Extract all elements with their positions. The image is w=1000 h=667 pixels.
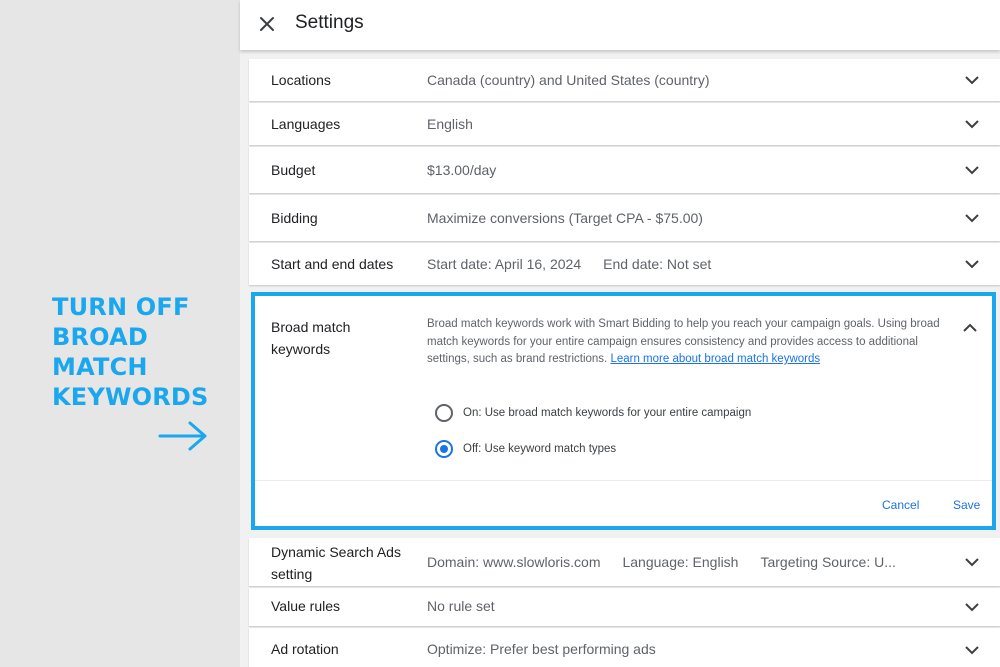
setting-label-line: Broad match — [271, 319, 351, 335]
broad-match-keywords-section: Broad match keywords Broad match keyword… — [251, 292, 996, 530]
setting-value: $13.00/day — [427, 162, 497, 178]
chevron-down-icon — [965, 646, 979, 655]
setting-label: Bidding — [271, 210, 318, 226]
page-title: Settings — [295, 12, 364, 33]
save-button[interactable]: Save — [953, 498, 980, 512]
setting-label: Locations — [271, 72, 331, 88]
chevron-down-icon — [965, 166, 979, 175]
setting-value: Maximize conversions (Target CPA - $75.0… — [427, 210, 703, 226]
setting-row-bidding[interactable]: Bidding Maximize conversions (Target CPA… — [249, 195, 1000, 241]
setting-row-dates[interactable]: Start and end dates Start date: April 16… — [249, 243, 1000, 285]
setting-value: Canada (country) and United States (coun… — [427, 72, 710, 88]
broad-match-on-option[interactable]: On: Use broad match keywords for your en… — [435, 404, 751, 422]
language-value: Language: English — [622, 554, 739, 570]
setting-row-ad-rotation[interactable]: Ad rotation Optimize: Prefer best perfor… — [249, 628, 1000, 667]
setting-label: Languages — [271, 116, 341, 132]
broad-match-description: Broad match keywords work with Smart Bid… — [427, 316, 947, 369]
chevron-up-icon[interactable] — [960, 318, 980, 338]
arrow-right-icon — [158, 421, 207, 451]
chevron-down-icon — [965, 603, 979, 612]
domain-value: Domain: www.slowloris.com — [427, 554, 601, 570]
chevron-down-icon — [965, 558, 979, 567]
setting-value: English — [427, 116, 473, 132]
callout-line: KEYWORDS — [52, 383, 209, 411]
callout-line: TURN OFF — [52, 293, 190, 321]
cancel-button[interactable]: Cancel — [882, 498, 919, 512]
setting-row-dynamic-search-ads[interactable]: Dynamic Search Ads setting Domain: www.s… — [249, 538, 1000, 586]
setting-row-locations[interactable]: Locations Canada (country) and United St… — [249, 59, 1000, 101]
learn-more-link[interactable]: Learn more about broad match keywords — [610, 353, 820, 365]
broad-match-off-option[interactable]: Off: Use keyword match types — [435, 440, 616, 458]
callout-text: TURN OFF BROAD MATCH KEYWORDS — [52, 292, 232, 412]
radio-label: Off: Use keyword match types — [463, 443, 617, 455]
setting-label: Dynamic Search Ads setting — [271, 541, 401, 585]
setting-value: Start date: April 16, 2024 End date: Not … — [427, 253, 733, 275]
setting-row-languages[interactable]: Languages English — [249, 103, 1000, 145]
chevron-down-icon — [965, 76, 979, 85]
radio-button-off[interactable] — [435, 404, 453, 422]
setting-label: Ad rotation — [271, 641, 339, 657]
setting-label: Budget — [271, 162, 316, 178]
setting-label-line: setting — [271, 566, 313, 582]
end-date-value: End date: Not set — [603, 256, 712, 272]
setting-row-budget[interactable]: Budget $13.00/day — [249, 147, 1000, 193]
chevron-down-icon — [965, 260, 979, 269]
setting-label-line: keywords — [271, 341, 331, 357]
setting-value: Optimize: Prefer best performing ads — [427, 641, 656, 657]
setting-label: Value rules — [271, 598, 341, 614]
settings-header: Settings — [240, 0, 1000, 50]
close-icon[interactable] — [254, 11, 280, 37]
divider — [255, 480, 992, 481]
targeting-source-value: Targeting Source: U... — [760, 554, 896, 570]
setting-label-line: Dynamic Search Ads — [271, 544, 401, 560]
chevron-down-icon — [965, 214, 979, 223]
start-date-value: Start date: April 16, 2024 — [427, 256, 582, 272]
setting-value: No rule set — [427, 598, 495, 614]
callout-line: MATCH — [52, 353, 148, 381]
radio-button-selected[interactable] — [435, 440, 453, 458]
setting-row-value-rules[interactable]: Value rules No rule set — [249, 588, 1000, 626]
callout-line: BROAD — [52, 323, 149, 351]
setting-value: Domain: www.slowloris.com Language: Engli… — [427, 551, 918, 573]
setting-label: Start and end dates — [271, 256, 394, 272]
setting-label: Broad match keywords — [271, 316, 401, 360]
chevron-down-icon — [965, 120, 979, 129]
radio-label: On: Use broad match keywords for your en… — [463, 407, 752, 419]
